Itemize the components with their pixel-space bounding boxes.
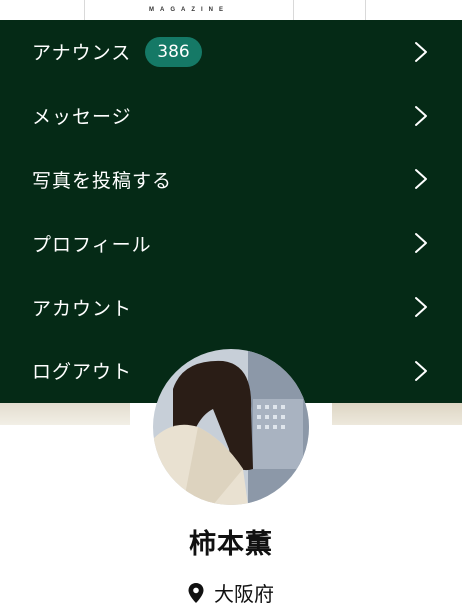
avatar <box>153 349 309 505</box>
header-side-box <box>294 0 366 20</box>
top-header-strip: MAGAZINE <box>0 0 462 20</box>
profile-location: 大阪府 <box>0 578 462 607</box>
menu-item-label: プロフィール <box>32 233 152 256</box>
chevron-right-icon <box>414 232 428 254</box>
menu-item-label: 写真を投稿する <box>32 169 173 192</box>
menu-item-label: アナウンス <box>32 42 132 65</box>
announcement-count-badge: 386 <box>145 36 202 67</box>
magazine-logo-text: MAGAZINE <box>149 7 229 13</box>
menu-item-messages[interactable]: メッセージ <box>0 84 462 148</box>
chevron-right-icon <box>414 41 428 63</box>
menu-item-label: メッセージ <box>32 106 132 129</box>
menu-item-profile[interactable]: プロフィール <box>0 211 462 275</box>
chevron-right-icon <box>414 360 428 382</box>
chevron-right-icon <box>414 168 428 190</box>
menu-item-label: アカウント <box>32 297 133 320</box>
menu-item-account[interactable]: アカウント <box>0 275 462 339</box>
menu-item-label: ログアウト <box>32 361 133 384</box>
menu-item-announcements[interactable]: アナウンス 386 <box>0 20 462 84</box>
location-text: 大阪府 <box>214 582 274 606</box>
cover-image-right <box>332 403 462 425</box>
profile-name: 柿本薫 <box>189 529 273 560</box>
dropdown-menu: アナウンス 386 メッセージ 写真を投稿する プロフィール アカウント ログア… <box>0 20 462 403</box>
menu-item-post-photo[interactable]: 写真を投稿する <box>0 148 462 212</box>
chevron-right-icon <box>414 105 428 127</box>
chevron-right-icon <box>414 296 428 318</box>
cover-image-left <box>0 403 130 425</box>
